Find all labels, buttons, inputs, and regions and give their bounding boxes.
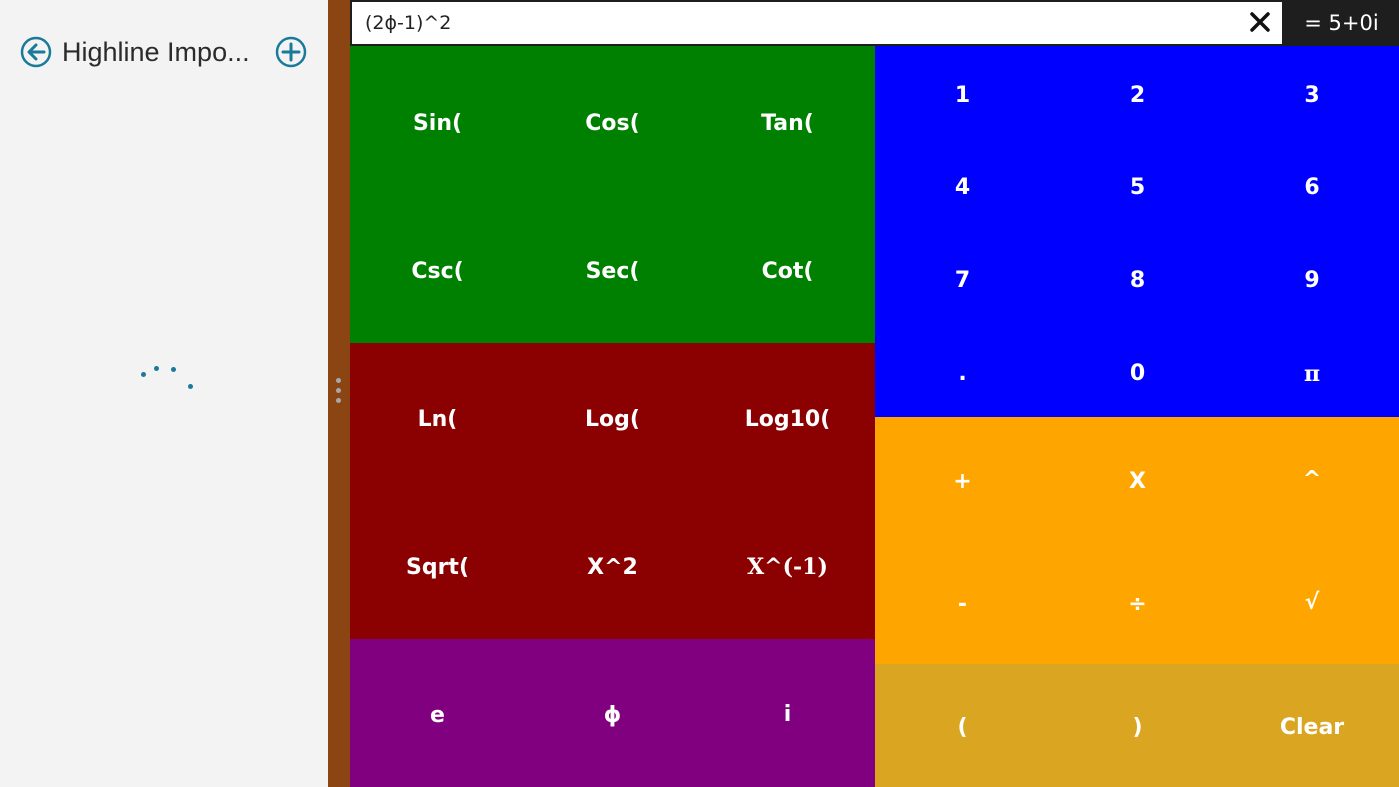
digit-8-button[interactable]: 8 — [1050, 230, 1225, 330]
minus-button[interactable]: - — [875, 545, 1050, 664]
sqrt-button[interactable]: Sqrt( — [350, 495, 525, 639]
close-paren-button[interactable]: ) — [1050, 664, 1225, 787]
tan-button[interactable]: Tan( — [700, 46, 875, 200]
back-arrow-circle-icon — [20, 36, 52, 68]
decimal-point-button[interactable]: . — [875, 330, 1050, 417]
log10-button[interactable]: Log10( — [700, 343, 875, 495]
sqrt-symbol-button[interactable]: √ — [1225, 541, 1399, 664]
multiply-button[interactable]: X — [1050, 417, 1225, 545]
digit-3-button[interactable]: 3 — [1225, 46, 1399, 144]
digit-0-button[interactable]: 0 — [1050, 330, 1225, 417]
trig-panel: Sin( Cos( Tan( Csc( Sec( Cot( — [350, 46, 875, 343]
page-title: Highline Impo... — [62, 37, 250, 67]
close-x-icon — [1250, 12, 1270, 32]
phi-button[interactable]: ϕ — [525, 639, 700, 787]
add-button[interactable] — [275, 36, 307, 68]
square-button[interactable]: X^2 — [525, 495, 700, 639]
bottom-panel: ( ) Clear — [875, 664, 1399, 787]
plus-button[interactable]: + — [875, 417, 1050, 545]
digit-2-button[interactable]: 2 — [1050, 46, 1225, 144]
sec-button[interactable]: Sec( — [525, 200, 700, 343]
splitter-grip-icon[interactable] — [336, 378, 342, 408]
operators-panel: + X ^ - ÷ √ — [875, 417, 1399, 664]
digit-1-button[interactable]: 1 — [875, 46, 1050, 144]
back-button[interactable] — [20, 36, 52, 68]
log-panel: Ln( Log( Log10( Sqrt( X^2 X^(-1) — [350, 343, 875, 639]
ln-button[interactable]: Ln( — [350, 343, 525, 495]
cos-button[interactable]: Cos( — [525, 46, 700, 200]
left-pane: Highline Impo... — [0, 0, 328, 787]
constants-panel: e ϕ i — [350, 639, 875, 787]
i-button[interactable]: i — [700, 639, 875, 787]
pane-splitter[interactable] — [328, 0, 350, 787]
clear-expression-button[interactable] — [1240, 6, 1280, 40]
inverse-button[interactable]: X^(-1) — [700, 495, 875, 639]
digit-7-button[interactable]: 7 — [875, 230, 1050, 330]
divide-button[interactable]: ÷ — [1050, 545, 1225, 664]
clear-button[interactable]: Clear — [1225, 664, 1399, 787]
sin-button[interactable]: Sin( — [350, 46, 525, 200]
expression-input[interactable] — [350, 0, 1284, 46]
cot-button[interactable]: Cot( — [700, 200, 875, 343]
result-display: = 5+0i — [1284, 0, 1399, 46]
digit-5-button[interactable]: 5 — [1050, 144, 1225, 230]
csc-button[interactable]: Csc( — [350, 200, 525, 343]
power-button[interactable]: ^ — [1225, 417, 1399, 541]
pi-button[interactable]: π — [1225, 330, 1399, 417]
add-circle-icon — [275, 36, 307, 68]
log-button[interactable]: Log( — [525, 343, 700, 495]
e-button[interactable]: e — [350, 639, 525, 787]
digits-panel: 1 2 3 4 5 6 7 8 9 . 0 π — [875, 46, 1399, 417]
digit-9-button[interactable]: 9 — [1225, 230, 1399, 330]
progress-dots-icon — [136, 360, 200, 396]
digit-6-button[interactable]: 6 — [1225, 144, 1399, 230]
open-paren-button[interactable]: ( — [875, 664, 1050, 787]
digit-4-button[interactable]: 4 — [875, 144, 1050, 230]
